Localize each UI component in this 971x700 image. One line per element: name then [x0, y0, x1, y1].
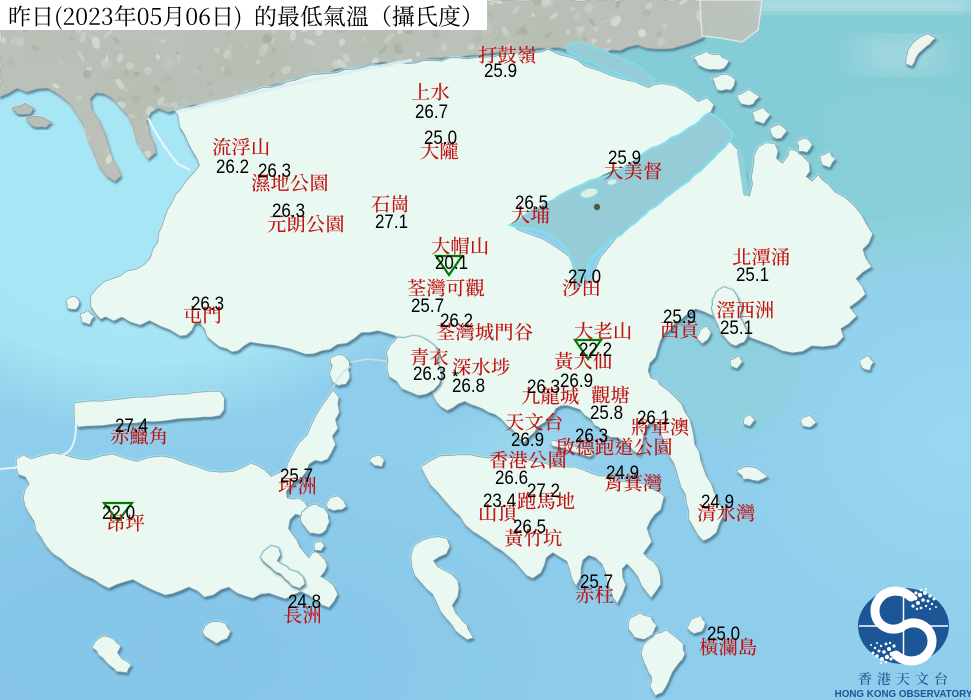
svg-text:26.3: 26.3: [272, 201, 305, 222]
svg-text:26.7: 26.7: [415, 102, 448, 123]
svg-text:27.0: 27.0: [568, 267, 601, 288]
svg-text:26.6: 26.6: [495, 468, 528, 489]
svg-text:27.1: 27.1: [375, 212, 408, 233]
svg-text:26.3: 26.3: [575, 426, 608, 447]
svg-text:26.2: 26.2: [440, 311, 473, 332]
svg-text:26.9: 26.9: [560, 371, 593, 392]
svg-text:26.9: 26.9: [511, 430, 544, 451]
svg-text:25.0: 25.0: [707, 624, 740, 645]
svg-text:26.3: 26.3: [258, 161, 291, 182]
svg-text:26.3: 26.3: [527, 377, 560, 398]
svg-text:25.7: 25.7: [280, 466, 313, 487]
svg-text:25.1: 25.1: [736, 265, 769, 286]
svg-text:26.3: 26.3: [413, 364, 446, 385]
svg-text:25.9: 25.9: [663, 307, 696, 328]
svg-text:27.2: 27.2: [527, 481, 560, 502]
svg-text:26.3: 26.3: [191, 294, 224, 315]
svg-text:24.9: 24.9: [701, 492, 734, 513]
svg-text:26.1: 26.1: [637, 408, 670, 429]
svg-text:24.9: 24.9: [606, 463, 639, 484]
svg-text:26.2: 26.2: [216, 157, 249, 178]
svg-text:22.2: 22.2: [579, 340, 612, 361]
svg-text:26.5: 26.5: [515, 193, 548, 214]
svg-text:25.8: 25.8: [590, 403, 623, 424]
svg-text:20.1: 20.1: [435, 253, 468, 274]
svg-text:25.9: 25.9: [484, 61, 517, 82]
svg-text:27.4: 27.4: [115, 416, 148, 437]
svg-text:24.8: 24.8: [288, 592, 321, 613]
svg-text:25.9: 25.9: [608, 148, 641, 169]
svg-text:*: *: [452, 367, 459, 386]
svg-text:26.5: 26.5: [513, 517, 546, 538]
svg-text:25.0: 25.0: [424, 128, 457, 149]
svg-text:23.4: 23.4: [483, 491, 516, 512]
svg-text:25.1: 25.1: [720, 318, 753, 339]
svg-text:22.0: 22.0: [102, 503, 135, 524]
svg-text:25.7: 25.7: [580, 572, 613, 593]
svg-text:HONG KONG OBSERVATORY: HONG KONG OBSERVATORY: [835, 689, 971, 700]
